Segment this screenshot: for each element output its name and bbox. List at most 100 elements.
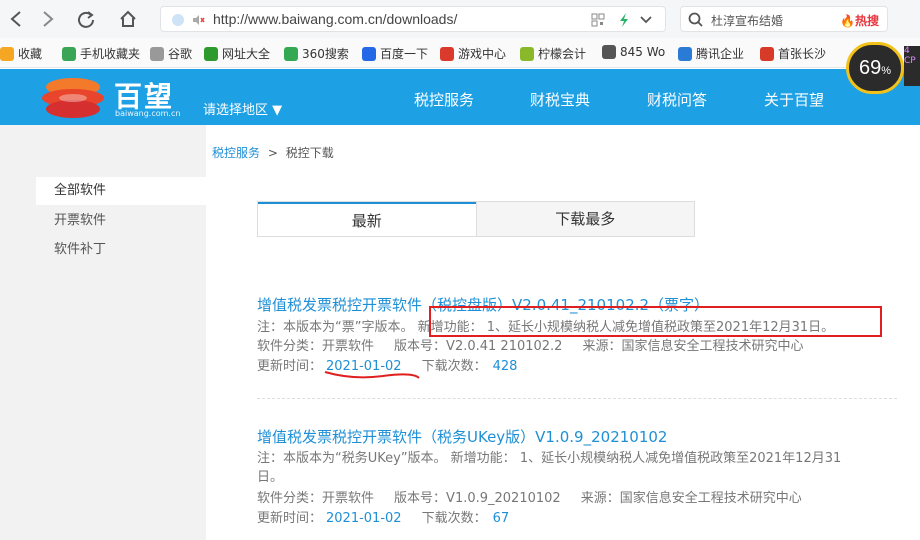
downloads-value: 428 [492, 359, 518, 374]
sidebar-item-invoicing-software[interactable]: 开票软件 [36, 207, 206, 235]
lemon-icon [520, 46, 534, 61]
performance-percent: 69 [858, 56, 882, 79]
link-icon [678, 46, 692, 61]
chrome-icon [760, 46, 774, 61]
bookmark-0[interactable]: 收藏 [0, 45, 42, 62]
source-value: 国家信息安全工程技术研究中心 [621, 339, 804, 354]
bookmark-label: 手机收藏夹 [80, 47, 141, 61]
source-label: 来源： [582, 339, 622, 354]
downloads-label: 下载次数： [421, 359, 487, 374]
tab-most-downloaded[interactable]: 下载最多 [475, 202, 694, 236]
search-icon [284, 46, 298, 61]
forward-icon[interactable] [34, 5, 62, 33]
search-suggestion: 杜淳宣布结婚 [711, 14, 784, 28]
bookmark-4[interactable]: 360搜索 [284, 45, 349, 62]
reload-icon[interactable] [72, 5, 100, 33]
bookmark-1[interactable]: 手机收藏夹 [62, 45, 140, 62]
nav-tax-guide[interactable]: 财税宝典 [530, 89, 590, 110]
annotation-underline [324, 371, 420, 379]
bookmark-label: 收藏 [18, 47, 43, 61]
annotation-highlight-box [429, 306, 882, 337]
bookmark-label: 柠檬会计 [538, 47, 587, 61]
back-icon[interactable] [2, 5, 30, 33]
bookmark-5[interactable]: 百度一下 [362, 45, 428, 62]
tab-newest[interactable]: 最新 [258, 202, 476, 236]
downloads-value: 67 [492, 511, 510, 526]
updated-label: 更新时间： [257, 511, 323, 526]
performance-badge[interactable]: 69% [846, 42, 904, 94]
chevron-down-icon[interactable] [639, 15, 653, 25]
game-icon [440, 46, 454, 61]
bookmark-label: 腾讯企业 [696, 47, 745, 61]
bookmark-label: 百度一下 [380, 47, 429, 61]
download-note: 注：本版本为“税务UKey”版本。 新增功能： 1、延长小规模纳税人减免增值税政… [257, 451, 842, 466]
breadcrumb-parent[interactable]: 税控服务 [212, 146, 260, 160]
bookmark-label: 360搜索 [302, 47, 349, 61]
downloads-label: 下载次数： [421, 511, 487, 526]
flame-icon: 🔥 [840, 14, 855, 28]
performance-unit: % [881, 65, 892, 77]
breadcrumb-current: 税控下载 [285, 146, 334, 160]
updated-label: 更新时间： [257, 359, 323, 374]
bookmarks-bar: 收藏 手机收藏夹 谷歌 网址大全 360搜索 百度一下 游戏中心 柠檬会计 845 Wo 腾讯企业… [0, 38, 920, 68]
region-selector[interactable]: 请选择地区 ▼ [203, 99, 282, 118]
search-icon[interactable] [688, 12, 704, 28]
paw-icon [362, 46, 376, 61]
version-label: 版本号： [394, 491, 447, 506]
bookmark-label: 845 Wo [620, 45, 666, 59]
hot-search-label: 热搜 [854, 14, 879, 28]
bookmark-8[interactable]: 845 Wo [602, 45, 665, 59]
sidebar-item-all-software[interactable]: 全部软件 [36, 177, 206, 205]
bookmark-2[interactable]: 谷歌 [150, 45, 192, 62]
sidebar: 全部软件 开票软件 软件补丁 [0, 125, 206, 540]
bookmark-3[interactable]: 网址大全 [204, 45, 270, 62]
bookmark-label: 谷歌 [168, 47, 193, 61]
home-icon[interactable] [114, 5, 142, 33]
version-label: 版本号： [394, 339, 447, 354]
nav-about[interactable]: 关于百望 [764, 89, 824, 110]
bookmark-label: 首张长沙 [778, 47, 827, 61]
download-stats-row: 更新时间： 2021-01-02 下载次数： 67 [257, 507, 509, 526]
mute-icon[interactable] [191, 13, 205, 27]
source-value: 国家信息安全工程技术研究中心 [619, 491, 802, 506]
version-value: V1.0.9_20210102 [446, 491, 561, 506]
site-header: 百望 baiwang.com.cn 请选择地区 ▼ 税控服务 财税宝典 财税问答… [0, 69, 920, 125]
address-bar[interactable]: http://www.baiwang.com.cn/downloads/ [160, 6, 666, 32]
category-label: 软件分类： [257, 339, 323, 354]
category-value: 开票软件 [322, 339, 375, 354]
version-value: V2.0.41 210102.2 [446, 339, 563, 354]
sidebar-item-patches[interactable]: 软件补丁 [36, 236, 206, 264]
phone-icon [62, 46, 76, 61]
bookmark-9[interactable]: 腾讯企业 [678, 45, 744, 62]
breadcrumb-separator: > [267, 146, 278, 160]
cpu-side-panel: 4 CP [904, 46, 920, 86]
download-meta-row: 软件分类：开票软件 版本号：V1.0.9_20210102 来源：国家信息安全工程技… [257, 487, 802, 506]
bookmark-10[interactable]: 首张长沙 [760, 45, 826, 62]
logo-icon[interactable] [38, 75, 108, 121]
item-divider [257, 398, 897, 399]
qr-icon[interactable] [591, 13, 605, 27]
updated-value: 2021-01-02 [326, 511, 402, 526]
source-label: 来源： [580, 491, 620, 506]
site-info-icon[interactable] [171, 13, 185, 27]
nav-tax-qa[interactable]: 财税问答 [647, 89, 707, 110]
hot-search-badge[interactable]: 🔥热搜 [840, 12, 879, 29]
breadcrumb: 税控服务 > 税控下载 [212, 144, 334, 161]
download-title[interactable]: 增值税发票税控开票软件（税务UKey版）V1.0.9_20210102 [257, 426, 667, 447]
search-box[interactable]: 杜淳宣布结婚 🔥热搜 [680, 6, 888, 32]
nav-tax-control[interactable]: 税控服务 [414, 89, 474, 110]
download-note-cont: 日。 [257, 470, 284, 485]
url-text: http://www.baiwang.com.cn/downloads/ [213, 11, 458, 27]
bookmark-6[interactable]: 游戏中心 [440, 45, 506, 62]
star-icon [0, 46, 14, 61]
browser-toolbar: http://www.baiwang.com.cn/downloads/ 杜淳宣… [0, 0, 920, 38]
bookmark-label: 游戏中心 [458, 47, 507, 61]
page-icon [150, 46, 164, 61]
camera-icon [602, 45, 616, 59]
lightning-icon[interactable] [617, 12, 631, 28]
bookmark-7[interactable]: 柠檬会计 [520, 45, 586, 62]
sort-tabs: 最新 下载最多 [257, 201, 695, 237]
category-label: 软件分类： [257, 491, 323, 506]
category-value: 开票软件 [322, 491, 375, 506]
bookmark-label: 网址大全 [222, 47, 271, 61]
